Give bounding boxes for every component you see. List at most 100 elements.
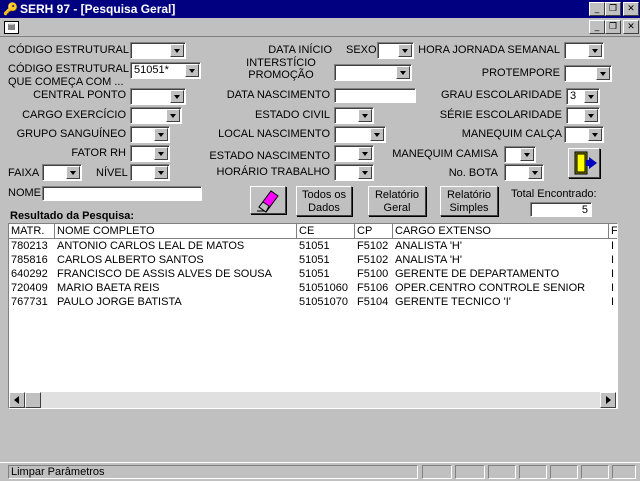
grau-escolaridade-combo[interactable]: 3	[566, 88, 600, 105]
relatorio-simples-button[interactable]: Relatório Simples	[440, 186, 498, 216]
chevron-down-icon[interactable]	[170, 90, 184, 103]
table-row[interactable]: 640292 FRANCISCO DE ASSIS ALVES DE SOUSA…	[9, 267, 617, 281]
menu-bar: ▤ _ ❐ ✕	[0, 18, 640, 37]
chevron-down-icon[interactable]	[358, 166, 372, 179]
protempore-combo[interactable]	[564, 65, 612, 82]
hora-jornada-label: HORA JORNADA SEMANAL	[418, 44, 560, 56]
chevron-down-icon[interactable]	[584, 90, 598, 103]
central-ponto-combo[interactable]	[130, 88, 186, 105]
chevron-down-icon[interactable]	[584, 109, 598, 122]
grau-escolaridade-label: GRAU ESCOLARIDADE	[440, 89, 562, 101]
intersticio-label-2: PROMOÇÃO	[248, 69, 314, 81]
codigo-estrutural-combo[interactable]	[130, 42, 186, 59]
table-row[interactable]: 720409 MARIO BAETA REIS 51051060 F5106 O…	[9, 281, 617, 295]
title-bar: 🔑 SERH 97 - [Pesquisa Geral] _ ❐ ✕	[0, 0, 640, 18]
status-panel	[488, 465, 516, 479]
fator-rh-combo[interactable]	[130, 145, 170, 162]
codigo-comeca-label-2: QUE COMEÇA COM ...	[8, 76, 124, 88]
manequim-calca-label: MANEQUIM CALÇA	[461, 128, 562, 140]
estado-civil-combo[interactable]	[334, 107, 374, 124]
sexo-combo[interactable]	[377, 42, 414, 59]
chevron-down-icon[interactable]	[528, 166, 542, 179]
grupo-sanguineo-combo[interactable]	[130, 126, 170, 143]
column-header-cp[interactable]: CP	[355, 224, 393, 239]
column-header-cargo[interactable]: CARGO EXTENSO	[393, 224, 609, 239]
chevron-down-icon[interactable]	[154, 128, 168, 141]
manequim-camisa-combo[interactable]	[504, 146, 536, 163]
chevron-down-icon[interactable]	[520, 148, 534, 161]
child-minimize-button[interactable]: _	[589, 20, 605, 34]
estado-nascimento-combo[interactable]	[334, 145, 374, 162]
resultado-label: Resultado da Pesquisa:	[10, 210, 135, 222]
faixa-combo[interactable]	[42, 164, 82, 181]
nivel-combo[interactable]	[130, 164, 170, 181]
fator-rh-label: FATOR RH	[71, 147, 126, 159]
manequim-camisa-label: MANEQUIM CAMISA	[392, 148, 498, 160]
column-header-matr[interactable]: MATR.	[9, 224, 55, 239]
nome-input[interactable]	[42, 186, 202, 201]
close-button[interactable]: ✕	[623, 2, 639, 16]
status-text: Limpar Parâmetros	[8, 465, 418, 479]
table-row[interactable]: 767731 PAULO JORGE BATISTA 51051070 F510…	[9, 295, 617, 309]
scroll-right-button[interactable]	[600, 392, 616, 408]
codigo-comeca-combo[interactable]: 51051*	[130, 62, 201, 79]
column-header-nome[interactable]: NOME COMPLETO	[55, 224, 297, 239]
horario-trabalho-label: HORÁRIO TRABALHO	[216, 166, 331, 178]
intersticio-combo[interactable]	[334, 64, 412, 81]
table-row[interactable]: 780213 ANTONIO CARLOS LEAL DE MATOS 5105…	[9, 239, 617, 253]
chevron-down-icon[interactable]	[154, 166, 168, 179]
local-nascimento-combo[interactable]	[334, 126, 386, 143]
status-panel	[422, 465, 452, 479]
chevron-down-icon[interactable]	[358, 147, 372, 160]
chevron-down-icon[interactable]	[398, 44, 412, 57]
codigo-estrutural-label: CÓDIGO ESTRUTURAL	[8, 44, 130, 56]
scroll-thumb[interactable]	[25, 392, 41, 408]
clear-parameters-button[interactable]	[250, 186, 286, 214]
status-bar: Limpar Parâmetros	[0, 462, 640, 481]
document-icon[interactable]: ▤	[4, 21, 19, 34]
relatorio-geral-button[interactable]: Relatório Geral	[368, 186, 426, 216]
protempore-label: PROTEMPORE	[481, 67, 560, 79]
todos-os-dados-button[interactable]: Todos os Dados	[296, 186, 352, 216]
chevron-down-icon[interactable]	[185, 64, 199, 77]
status-panel	[519, 465, 547, 479]
window-title: SERH 97 - [Pesquisa Geral]	[20, 2, 176, 16]
chevron-down-icon[interactable]	[588, 44, 602, 57]
data-nascimento-input[interactable]	[334, 88, 416, 103]
chevron-down-icon[interactable]	[170, 44, 184, 57]
child-close-button[interactable]: ✕	[623, 20, 639, 34]
nome-label: NOME	[8, 187, 41, 199]
child-restore-button[interactable]: ❐	[605, 20, 621, 34]
data-inicio-label: DATA INÍCIO	[268, 44, 332, 56]
chevron-down-icon[interactable]	[396, 66, 410, 79]
chevron-down-icon[interactable]	[154, 147, 168, 160]
column-header-f[interactable]: F	[609, 224, 617, 239]
scroll-left-button[interactable]	[9, 392, 25, 408]
restore-button[interactable]: ❐	[605, 2, 621, 16]
horario-trabalho-combo[interactable]	[334, 164, 374, 181]
results-table[interactable]: MATR. NOME COMPLETO CE CP CARGO EXTENSO …	[8, 223, 618, 409]
column-header-ce[interactable]: CE	[297, 224, 355, 239]
status-panel	[455, 465, 485, 479]
chevron-down-icon[interactable]	[358, 109, 372, 122]
status-panel	[550, 465, 578, 479]
table-row[interactable]: 785816 CARLOS ALBERTO SANTOS 51051 F5102…	[9, 253, 617, 267]
chevron-down-icon[interactable]	[370, 128, 384, 141]
chevron-down-icon[interactable]	[596, 67, 610, 80]
estado-civil-label: ESTADO CIVIL	[255, 109, 330, 121]
hora-jornada-combo[interactable]	[564, 42, 604, 59]
chevron-down-icon[interactable]	[588, 128, 602, 141]
chevron-down-icon[interactable]	[166, 109, 180, 122]
chevron-down-icon[interactable]	[66, 166, 80, 179]
exit-button[interactable]	[568, 148, 600, 178]
serie-escolaridade-combo[interactable]	[566, 107, 600, 124]
nivel-label: NÍVEL	[96, 167, 128, 179]
codigo-comeca-label-1: CÓDIGO ESTRUTURAL	[8, 63, 130, 75]
manequim-calca-combo[interactable]	[564, 126, 604, 143]
cargo-exercicio-combo[interactable]	[130, 107, 182, 124]
no-bota-combo[interactable]	[504, 164, 544, 181]
minimize-button[interactable]: _	[589, 2, 605, 16]
serie-escolaridade-label: SÉRIE ESCOLARIDADE	[439, 109, 562, 121]
eraser-icon	[257, 190, 279, 213]
horizontal-scrollbar[interactable]	[9, 392, 616, 408]
